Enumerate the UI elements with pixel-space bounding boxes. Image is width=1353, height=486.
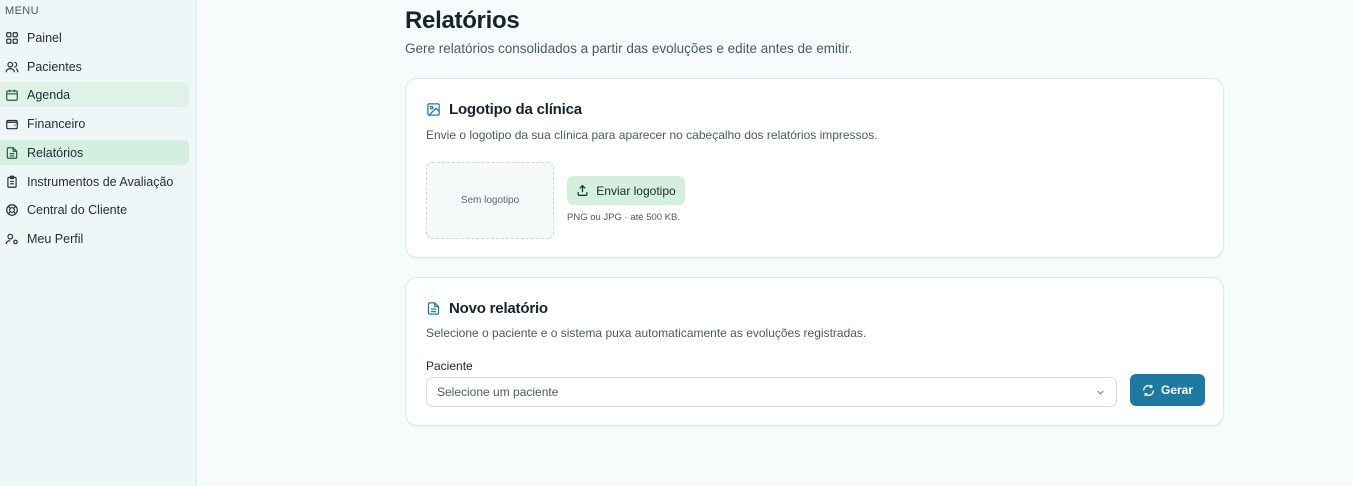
patient-field-label: Paciente — [426, 359, 473, 373]
sidebar-item-label: Instrumentos de Avaliação — [27, 174, 174, 189]
logo-card-description: Envie o logotipo da sua clínica para apa… — [426, 128, 878, 142]
page-subtitle: Gere relatórios consolidados a partir da… — [405, 41, 853, 56]
sidebar-item-agenda[interactable]: Agenda — [0, 82, 189, 107]
logo-preview: Sem logotipo — [426, 162, 554, 239]
upload-logo-button[interactable]: Enviar logotipo — [567, 176, 685, 205]
sidebar-item-label: Pacientes — [27, 59, 82, 74]
sidebar-item-instrumentos[interactable]: Instrumentos de Avaliação — [0, 169, 189, 194]
report-card-title: Novo relatório — [449, 300, 548, 317]
file-text-icon — [6, 146, 18, 159]
logo-card-header: Logotipo da clínica — [426, 101, 582, 118]
grid-icon — [6, 31, 18, 44]
sidebar-item-label: Relatórios — [27, 145, 84, 160]
generate-label: Gerar — [1160, 383, 1194, 397]
logo-card-title: Logotipo da clínica — [449, 101, 582, 118]
lifebuoy-icon — [6, 203, 18, 216]
patient-select[interactable]: Selecione um paciente — [426, 377, 1117, 407]
image-icon — [427, 103, 440, 116]
chevron-down-icon — [1097, 390, 1104, 395]
sidebar-item-label: Meu Perfil — [27, 231, 84, 246]
wallet-icon — [6, 119, 18, 129]
sidebar-item-meu-perfil[interactable]: Meu Perfil — [0, 226, 189, 251]
report-card: Novo relatório Selecione o paciente e o … — [405, 277, 1224, 426]
clipboard-icon — [7, 175, 17, 188]
logo-card: Logotipo da clínica Envie o logotipo da … — [405, 78, 1224, 258]
calendar-icon — [6, 89, 18, 101]
sidebar-item-painel[interactable]: Painel — [0, 25, 189, 50]
sidebar-item-label: Agenda — [27, 87, 71, 102]
sidebar-item-label: Central do Cliente — [27, 202, 128, 217]
upload-hint: PNG ou JPG · até 500 KB. — [567, 212, 680, 223]
report-card-description: Selecione o paciente e o sistema puxa au… — [426, 326, 867, 340]
sidebar-item-label: Financeiro — [27, 116, 86, 131]
report-card-header: Novo relatório — [426, 300, 548, 317]
sidebar-item-financeiro[interactable]: Financeiro — [0, 111, 189, 136]
upload-icon — [577, 184, 588, 196]
users-icon — [5, 61, 19, 72]
menu-label: MENU — [5, 5, 39, 17]
sidebar-item-relatorios[interactable]: Relatórios — [0, 140, 189, 165]
logo-placeholder: Sem logotipo — [460, 195, 520, 206]
sidebar-item-label: Painel — [27, 30, 62, 45]
user-cog-icon — [5, 233, 18, 244]
sidebar-item-central-cliente[interactable]: Central do Cliente — [0, 197, 189, 222]
sidebar-item-pacientes[interactable]: Pacientes — [0, 54, 189, 79]
page-title: Relatórios — [405, 7, 520, 34]
patient-select-value: Selecione um paciente — [437, 385, 559, 399]
refresh-icon — [1142, 384, 1155, 396]
generate-button[interactable]: Gerar — [1130, 374, 1205, 406]
sidebar: MENU Painel Pacientes Agenda Financeiro … — [0, 0, 197, 486]
file-icon — [427, 302, 440, 315]
upload-logo-label: Enviar logotipo — [596, 183, 676, 198]
